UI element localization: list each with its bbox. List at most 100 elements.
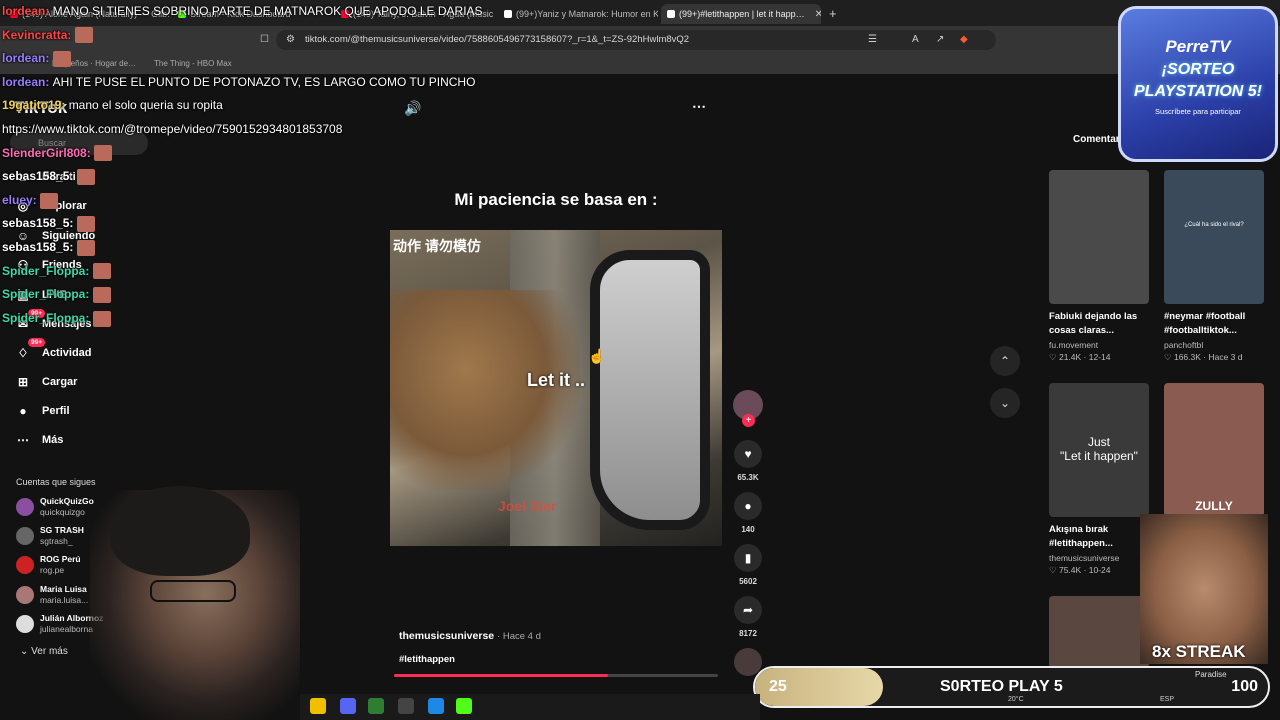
obs-icon[interactable] xyxy=(398,698,414,714)
chat-emote-icon xyxy=(74,27,93,44)
new-tab-button[interactable]: + xyxy=(829,6,837,21)
extension-icon[interactable]: ◆ xyxy=(960,34,968,45)
discord-icon[interactable] xyxy=(340,698,356,714)
following-account[interactable]: ROG Perú rog.pe xyxy=(16,554,81,576)
chat-message: Spider_Floppa: xyxy=(2,260,483,284)
browser-tab[interactable]: (99+)Yaniz y Matnarok: Humor en Ki… xyxy=(498,4,658,24)
video-thumbnail-card[interactable]: ¿Cuál ha sido el rival? #neymar #footbal… xyxy=(1164,170,1264,363)
video-hashtag[interactable]: #letithappen xyxy=(399,654,455,665)
following-account[interactable]: SG TRASH sgtrash_ xyxy=(16,525,84,547)
chat-username[interactable]: eluey: xyxy=(2,193,40,207)
chat-emote-icon xyxy=(52,51,71,68)
chat-message: lordean: xyxy=(2,47,483,71)
reader-icon[interactable]: A xyxy=(912,34,919,45)
share-page-icon[interactable]: ↗ xyxy=(936,34,944,45)
chat-username[interactable]: lordean: xyxy=(2,75,53,89)
streak-label: 8x STREAK xyxy=(1152,642,1246,661)
next-video-button[interactable]: ⌄ xyxy=(990,388,1020,418)
nav-item-cargar[interactable]: ⊞ Cargar xyxy=(16,375,78,389)
chat-message: eluey: xyxy=(2,189,483,213)
folder-icon[interactable] xyxy=(310,698,326,714)
tiktok-icon xyxy=(667,10,675,18)
comment-button[interactable]: ● 140 xyxy=(732,492,764,534)
more-options-icon[interactable]: ⋯ xyxy=(692,98,706,115)
chat-emote-icon xyxy=(76,168,95,185)
notepad-icon[interactable] xyxy=(428,698,444,714)
chat-message: lordean: AHI TE PUSE EL PUNTO DE POTONAZ… xyxy=(2,71,483,95)
browser-tab-active[interactable]: (99+)#letithappen | let it happ… ✕ xyxy=(661,4,821,24)
video-thumbnail-card[interactable]: Just "Let it happen" Akışına bırak #leti… xyxy=(1049,383,1149,576)
close-tab-icon[interactable]: ✕ xyxy=(815,9,821,20)
chat-message: sebas158_5: xyxy=(2,165,483,189)
chat-username[interactable]: sebas158_5: xyxy=(2,216,77,230)
video-thumbnail: ZULLY xyxy=(1164,383,1264,517)
following-title: Cuentas que sigues xyxy=(16,477,96,487)
video-thumbnail-card[interactable] xyxy=(1049,596,1149,668)
chat-message: 19gatito19: mano el solo queria su ropit… xyxy=(2,94,483,118)
chat-username[interactable]: Spider_Floppa: xyxy=(2,264,93,278)
share-icon: ➦ xyxy=(734,596,762,624)
stream-chat: lordean: MANO SI TIENES SOBRINO PARTE DE… xyxy=(2,0,483,330)
chat-username[interactable]: Kevincratta: xyxy=(2,28,75,42)
avatar xyxy=(16,586,34,604)
nav-item-actividad[interactable]: ♢ 99+ Actividad xyxy=(16,338,92,360)
kick-app-icon[interactable] xyxy=(456,698,472,714)
chat-emote-icon xyxy=(76,239,95,256)
video-author[interactable]: themusicsuniverse · Hace 4 d xyxy=(399,630,541,642)
chat-username[interactable]: SlenderGirl808: xyxy=(2,146,94,160)
chevron-down-icon: ⌄ xyxy=(999,396,1011,410)
weather-text: 20°C xyxy=(1008,696,1024,703)
video-thumbnail-card[interactable]: ZULLY xyxy=(1164,383,1264,517)
following-account[interactable]: Maria Luisa maria.luisa... xyxy=(16,584,88,606)
mouse-cursor-icon: ☝ xyxy=(588,348,606,364)
notification-badge: 99+ xyxy=(28,338,46,347)
video-progress-fill xyxy=(394,674,608,677)
chat-username[interactable]: lordean: xyxy=(2,51,53,65)
upload-icon: ⊞ xyxy=(17,375,29,389)
translate-icon[interactable]: ☰ xyxy=(868,34,877,45)
chat-username[interactable]: lordean: xyxy=(2,4,53,18)
avatar xyxy=(16,527,34,545)
streamer-hair xyxy=(110,486,250,576)
video-thumbnail xyxy=(1049,596,1149,668)
avatar xyxy=(16,556,34,574)
chat-emote-icon xyxy=(40,192,59,209)
chat-username[interactable]: sebas158_5: xyxy=(2,169,77,183)
video-subtitle: Let it .. xyxy=(527,370,585,390)
video-thumbnail xyxy=(1049,170,1149,304)
video-thumbnail: ¿Cuál ha sido el rival? xyxy=(1164,170,1264,304)
streamer-glasses xyxy=(150,580,236,602)
video-watermark: Joel Sier xyxy=(498,498,557,514)
chat-text: https://www.tiktok.com/@tromepe/video/75… xyxy=(2,121,343,136)
chat-username[interactable]: Spider_Floppa: xyxy=(2,311,93,325)
nav-item-perfil[interactable]: ● Perfil xyxy=(16,404,69,418)
previous-video-button[interactable]: ⌃ xyxy=(990,346,1020,376)
chat-message: https://www.tiktok.com/@tromepe/video/75… xyxy=(2,118,483,142)
nav-item-mas[interactable]: ⋯ Más xyxy=(16,433,63,447)
follow-plus-icon[interactable]: + xyxy=(742,414,755,427)
chevron-down-icon: ⌄ xyxy=(20,646,32,657)
chat-message: sebas158_5: xyxy=(2,212,483,236)
chat-username[interactable]: sebas158_5: xyxy=(2,240,77,254)
tiktok-icon xyxy=(504,10,512,18)
taskbar xyxy=(300,694,760,720)
chat-emote-icon xyxy=(92,286,111,303)
chat-username[interactable]: Spider_Floppa: xyxy=(2,287,93,301)
following-account[interactable]: QuickQuizGo quickquizgo xyxy=(16,496,94,518)
chat-message: Spider_Floppa: xyxy=(2,283,483,307)
more-icon: ⋯ xyxy=(17,433,29,447)
like-button[interactable]: ♥ 65.3K xyxy=(732,440,764,482)
chat-message: Kevincratta: xyxy=(2,24,483,48)
video-thumbnail-card[interactable]: Fabiuki dejando las cosas claras... fu.m… xyxy=(1049,170,1149,363)
heart-icon: ♥ xyxy=(734,440,762,468)
chat-username[interactable]: 19gatito19: xyxy=(2,98,69,112)
language-indicator[interactable]: ESP xyxy=(1160,696,1174,703)
bookmark-button[interactable]: ▮ 5602 xyxy=(732,544,764,586)
chat-message: SlenderGirl808: xyxy=(2,142,483,166)
chevron-up-icon: ⌃ xyxy=(999,354,1011,368)
video-progress-bar[interactable] xyxy=(394,674,718,677)
chat-emote-icon xyxy=(92,310,111,327)
share-button[interactable]: ➦ 8172 xyxy=(732,596,764,638)
terminal-icon[interactable] xyxy=(368,698,384,714)
see-more-link[interactable]: ⌄ Ver más xyxy=(20,646,68,657)
